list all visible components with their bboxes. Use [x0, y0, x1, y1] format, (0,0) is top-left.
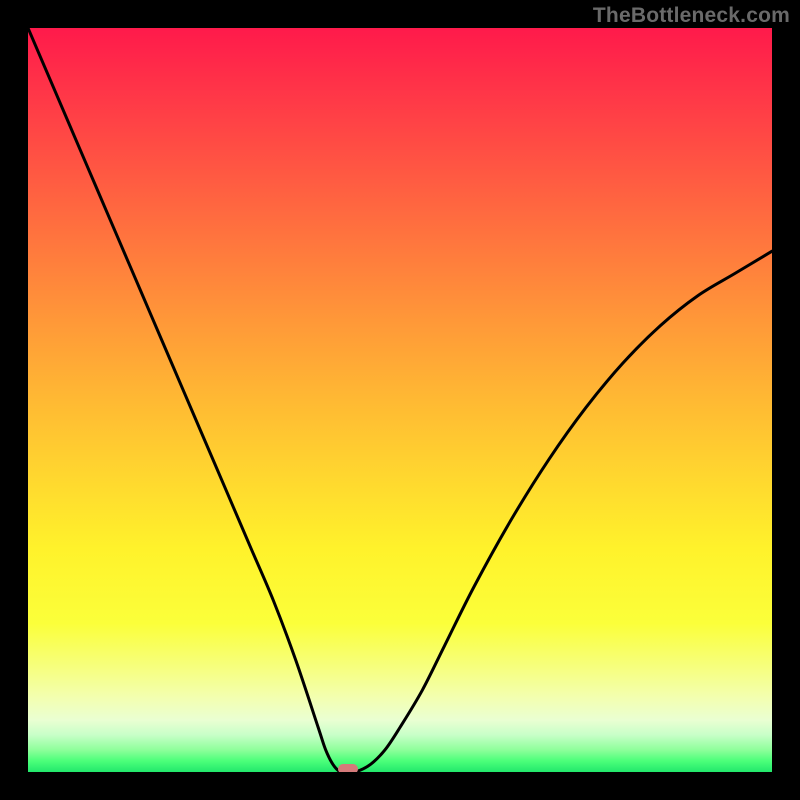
watermark-text: TheBottleneck.com [593, 4, 790, 28]
bottleneck-curve [28, 28, 772, 772]
chart-frame: TheBottleneck.com [0, 0, 800, 800]
plot-area [28, 28, 772, 772]
minimum-marker [338, 764, 358, 772]
